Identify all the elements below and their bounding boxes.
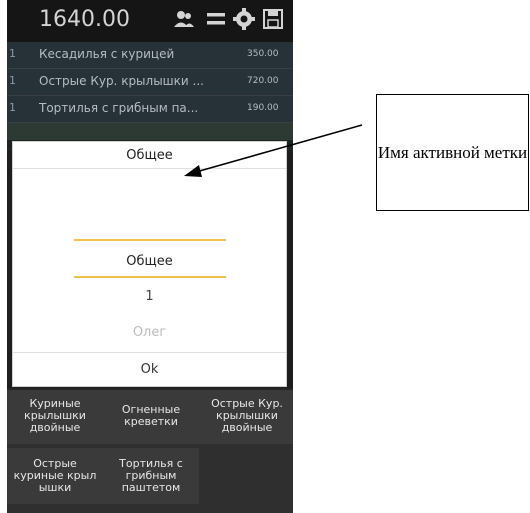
annotation-arrow	[184, 124, 363, 177]
arrowhead-icon	[184, 165, 202, 177]
annotation-arrow-line	[195, 124, 363, 173]
